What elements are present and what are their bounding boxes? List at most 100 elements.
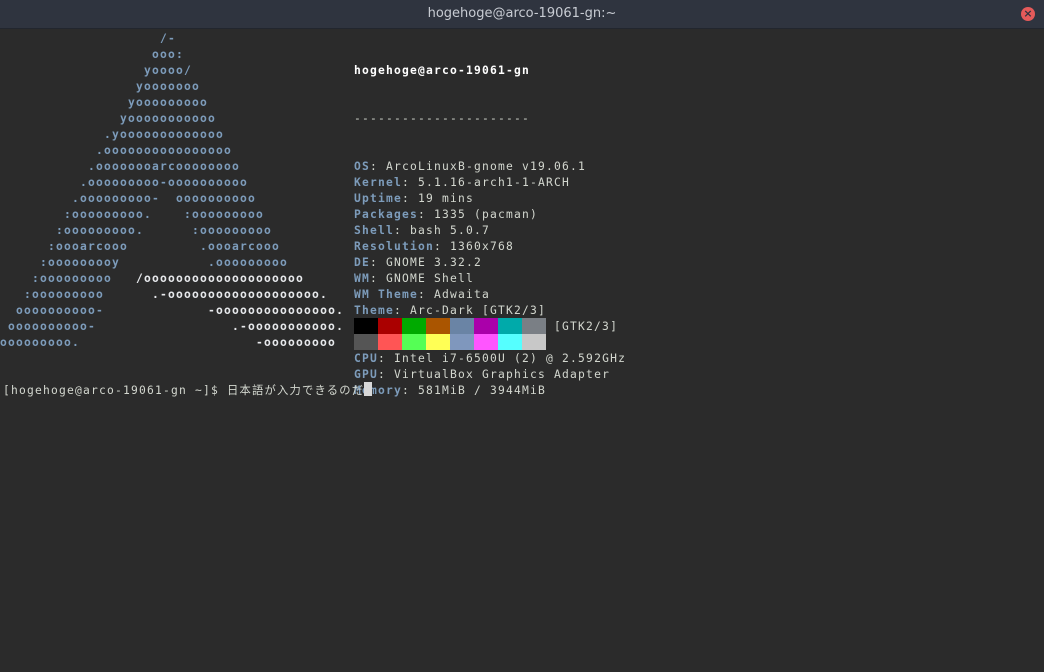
info-colon: : [370, 272, 387, 285]
info-colon: : [418, 288, 435, 301]
logo-line: .ooooooooo- oooooooooo [0, 191, 344, 207]
info-row: Packages: 1335 (pacman) [354, 207, 626, 223]
close-button[interactable]: × [1021, 7, 1035, 21]
color-swatch [498, 334, 522, 350]
terminal-window: hogehoge@arco-19061-gn:~ × /- ooo: yoooo… [0, 0, 1044, 672]
logo-line-white: -ooooooooo [256, 336, 337, 349]
logo-line: yooooooo [0, 79, 344, 95]
info-row: Memory: 581MiB / 3944MiB [354, 383, 626, 399]
info-value: bash 5.0.7 [410, 224, 491, 237]
logo-line-blue: yooooooooo [0, 96, 209, 109]
logo-line: :ooooooooo .-ooooooooooooooooooo. [0, 287, 344, 303]
color-swatch [354, 334, 378, 350]
logo-line-blue: :ooooooooo [0, 288, 153, 301]
logo-line: ooooooooo. -ooooooooo [0, 335, 344, 351]
info-row: Uptime: 19 mins [354, 191, 626, 207]
window-title: hogehoge@arco-19061-gn:~ [427, 6, 617, 21]
info-colon: : [434, 240, 451, 253]
info-value: 1360x768 [450, 240, 515, 253]
title-bar[interactable]: hogehoge@arco-19061-gn:~ × [0, 0, 1044, 29]
color-swatch [402, 334, 426, 350]
logo-line: oooooooooo- .-ooooooooooo. [0, 319, 344, 335]
logo-line-blue: yoooo/ [0, 64, 193, 77]
palette-normal-row [354, 318, 546, 334]
info-key: OS [354, 160, 371, 173]
info-key: Uptime [354, 192, 403, 205]
info-value: Adwaita [434, 288, 491, 301]
system-info: hogehoge@arco-19061-gn -----------------… [354, 31, 626, 431]
terminal-area[interactable]: /- ooo: yoooo/ yooooooo yooooooooo yoooo… [0, 29, 1044, 672]
color-swatch [378, 318, 402, 334]
text-cursor [364, 382, 373, 396]
color-swatch [378, 334, 402, 350]
info-row: Shell: bash 5.0.7 [354, 223, 626, 239]
info-value: GNOME Shell [386, 272, 475, 285]
info-key: Shell [354, 224, 395, 237]
separator-line: ---------------------- [354, 112, 531, 125]
color-swatch [426, 318, 450, 334]
info-colon: : [402, 192, 419, 205]
color-swatch [474, 318, 498, 334]
info-row: Theme: Arc-Dark [GTK2/3] [354, 303, 626, 319]
logo-line-blue: yooooooo [0, 80, 201, 93]
logo-line: :ooooooooo /oooooooooooooooooooo [0, 271, 344, 287]
info-value: 19 mins [418, 192, 475, 205]
info-colon: : [394, 224, 411, 237]
info-colon: : [378, 352, 395, 365]
info-key: WM Theme [354, 288, 419, 301]
info-row: DE: GNOME 3.32.2 [354, 255, 626, 271]
logo-line: .yooooooooooooo [0, 127, 344, 143]
color-swatch [522, 318, 546, 334]
logo-line: .oooooooarcoooooooo [0, 159, 344, 175]
logo-line-blue: :oooarcooo .oooarcooo [0, 240, 281, 253]
info-key: Kernel [354, 176, 403, 189]
info-row: Kernel: 5.1.16-arch1-1-ARCH [354, 175, 626, 191]
command-prompt[interactable]: [hogehoge@arco-19061-gn ~]$ 日本語が入力できるのだ [3, 382, 373, 399]
info-value: 5.1.16-arch1-1-ARCH [418, 176, 571, 189]
logo-line-blue: :ooooooooy .ooooooooo [0, 256, 289, 269]
info-row: WM: GNOME Shell [354, 271, 626, 287]
logo-line-blue: ooooooooo. [0, 336, 257, 349]
info-colon: : [402, 176, 419, 189]
info-key: Theme [354, 304, 395, 317]
color-swatch [474, 334, 498, 350]
logo-line: :ooooooooy .ooooooooo [0, 255, 344, 271]
logo-line: :oooarcooo .oooarcooo [0, 239, 344, 255]
info-key: GPU [354, 368, 379, 381]
logo-line: ooo: [0, 47, 344, 63]
info-value: 581MiB / 3944MiB [418, 384, 547, 397]
info-colon: : [370, 160, 387, 173]
logo-line-blue: .oooooooarcoooooooo [0, 160, 241, 173]
palette-bright-row [354, 334, 546, 350]
info-row: WM Theme: Adwaita [354, 287, 626, 303]
typed-input: 日本語が入力できるのだ [227, 384, 365, 397]
user-host: hogehoge@arco-19061-gn [354, 64, 531, 77]
logo-line: :ooooooooo. :ooooooooo [0, 207, 344, 223]
logo-line: :ooooooooo. :ooooooooo [0, 223, 344, 239]
info-value: GNOME 3.32.2 [386, 256, 483, 269]
logo-line-blue: .yooooooooooooo [0, 128, 225, 141]
logo-line-white: .-ooooooooooooooooooo. [152, 288, 329, 301]
logo-line-blue: :ooooooooo. :ooooooooo [0, 224, 273, 237]
color-swatch [402, 318, 426, 334]
info-value: Intel i7-6500U (2) @ 2.592GHz [394, 352, 627, 365]
logo-line: yooooooooo [0, 95, 344, 111]
color-swatch [498, 318, 522, 334]
info-key: CPU [354, 352, 379, 365]
logo-line: yoooo/ [0, 63, 344, 79]
logo-line-white: /oooooooooooooooooooo [136, 272, 305, 285]
info-value: Arc-Dark [GTK2/3] [410, 304, 547, 317]
logo-line-blue: .oooooooooooooooo [0, 144, 233, 157]
logo-line-white: .-ooooooooooo. [232, 320, 345, 333]
info-colon: : [370, 256, 387, 269]
info-value: VirtualBox Graphics Adapter [394, 368, 611, 381]
logo-line-blue: :ooooooooo. :ooooooooo [0, 208, 265, 221]
info-key: WM [354, 272, 371, 285]
info-key: Resolution [354, 240, 435, 253]
color-swatch [522, 334, 546, 350]
color-swatch [450, 334, 474, 350]
color-swatch [354, 318, 378, 334]
logo-line: .oooooooooooooooo [0, 143, 344, 159]
logo-line: .ooooooooo-oooooooooo [0, 175, 344, 191]
logo-line-blue: .ooooooooo- oooooooooo [0, 192, 257, 205]
